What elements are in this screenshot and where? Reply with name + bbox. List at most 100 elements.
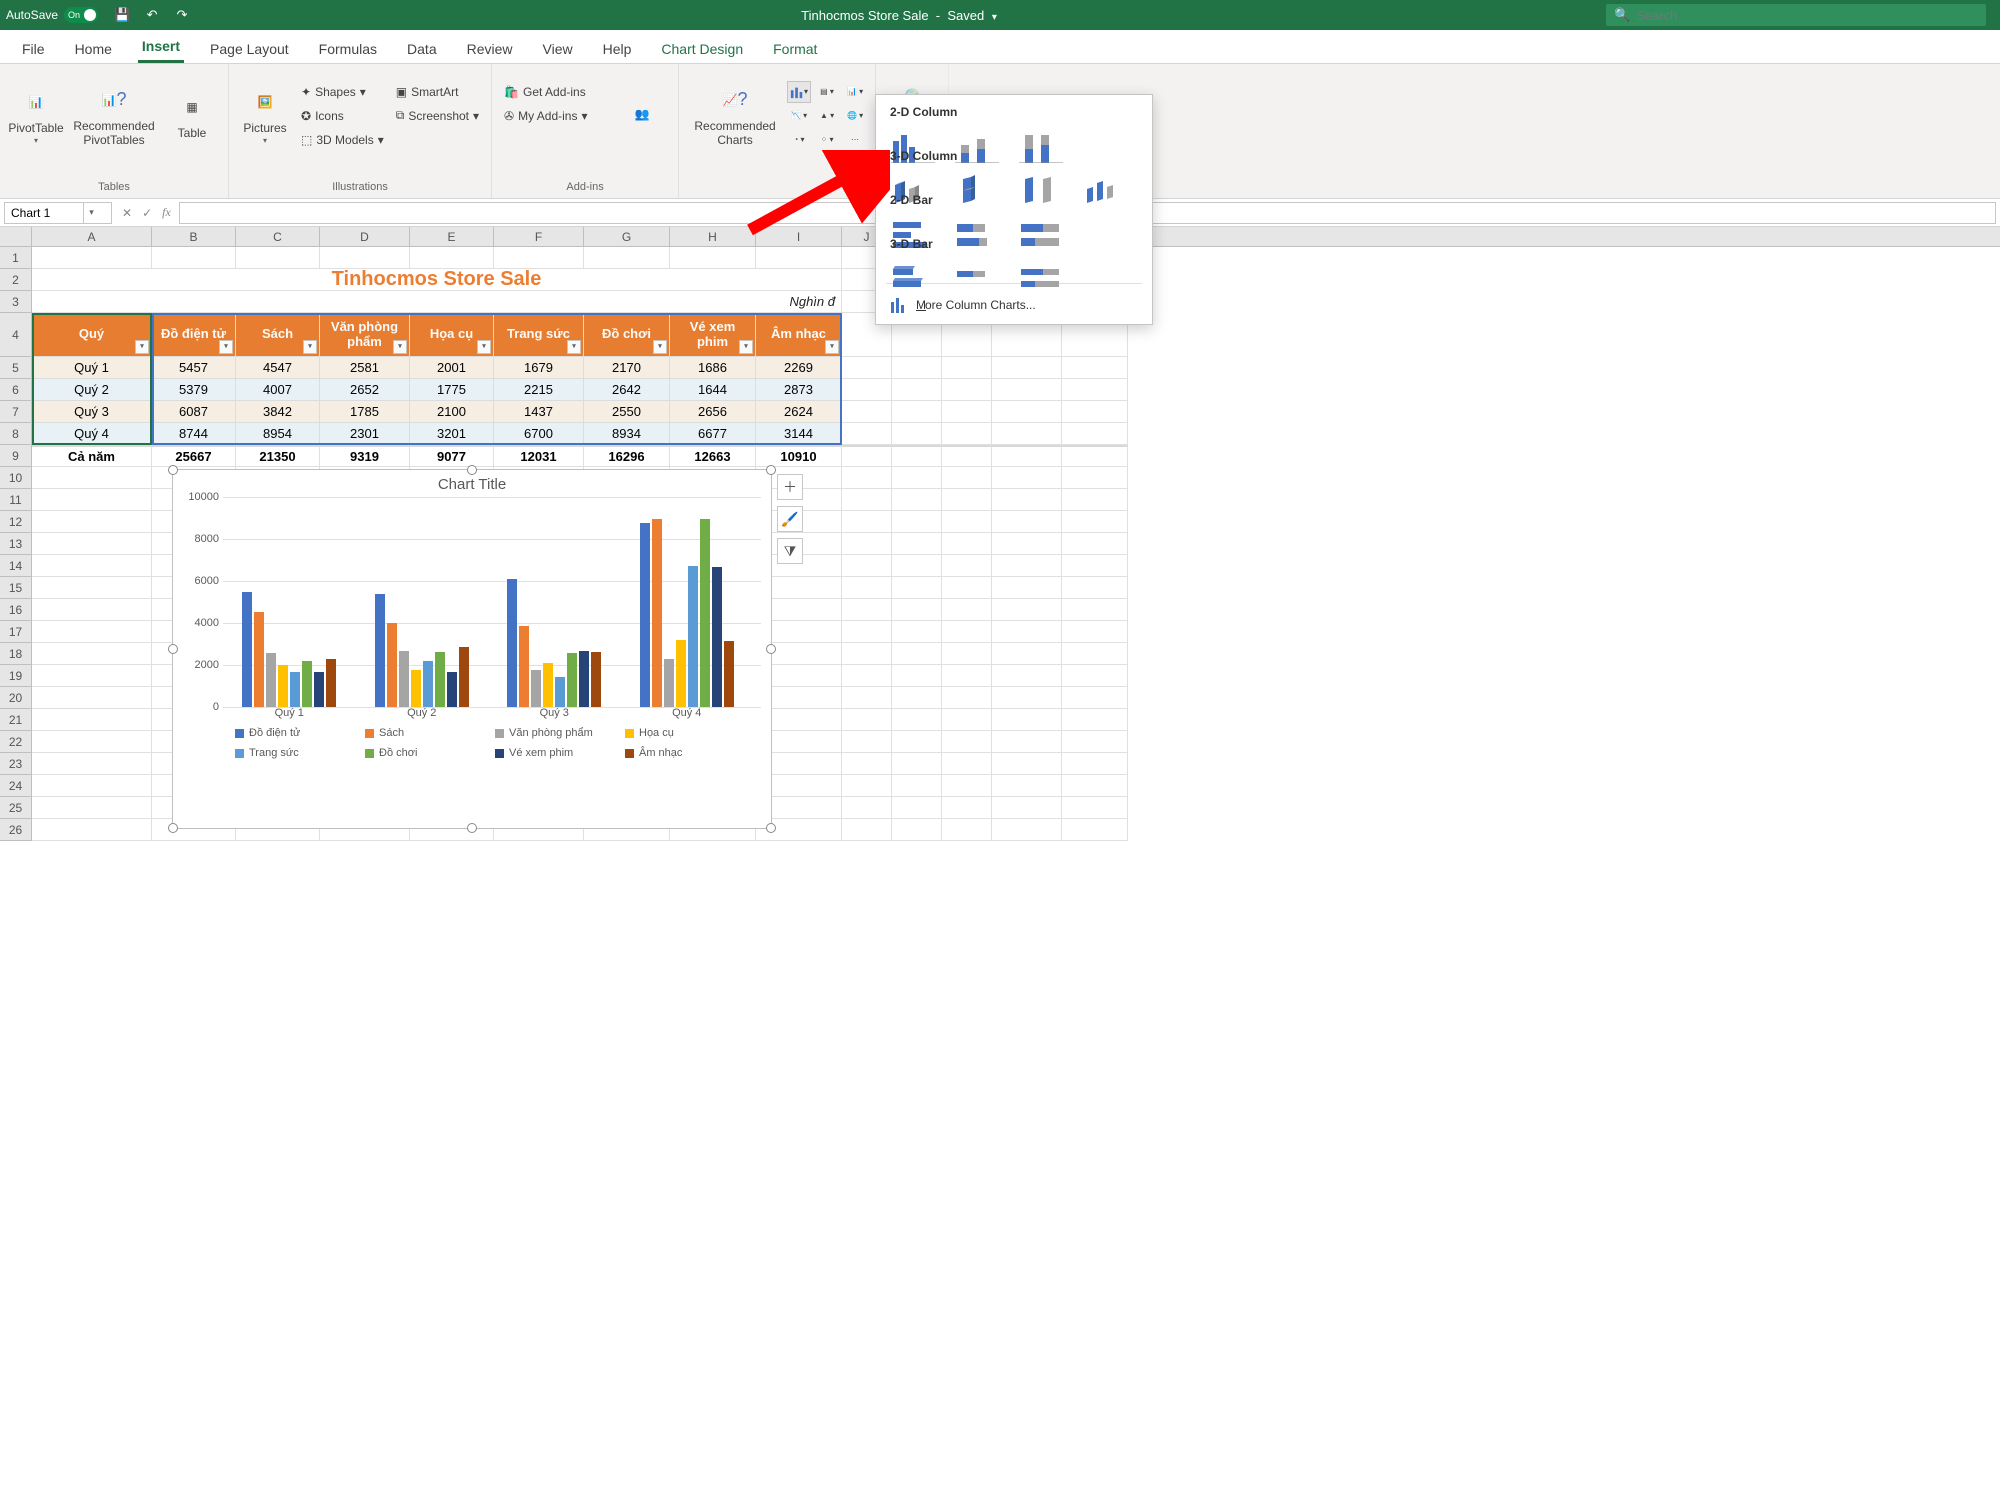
bar-chart-dropdown[interactable]: ▤ ▾ [815,81,839,103]
data-cell[interactable]: 1785 [320,401,410,423]
chart-bar[interactable] [507,579,517,707]
chart-bar[interactable] [676,640,686,707]
stacked-100-bar-3d[interactable] [1018,259,1064,295]
name-box[interactable]: ▾ [4,202,112,224]
chart-legend[interactable]: Đồ điện tửSáchVăn phòng phẩmHọa cụTrang … [235,727,761,759]
tab-formulas[interactable]: Formulas [315,35,381,63]
data-cell[interactable]: 4007 [236,379,320,401]
resize-handle[interactable] [766,465,776,475]
filter-icon[interactable]: ▾ [653,340,667,354]
chart-bar[interactable] [555,677,565,707]
row-header-20[interactable]: 20 [0,687,31,709]
row-label[interactable]: Quý 3 [32,401,152,423]
name-box-input[interactable] [5,206,83,220]
chart-bar[interactable] [688,566,698,707]
tab-review[interactable]: Review [463,35,517,63]
col-header-F[interactable]: F [494,227,584,246]
data-cell[interactable]: 1437 [494,401,584,423]
tab-help[interactable]: Help [599,35,636,63]
chart-object[interactable]: ＋ 🖌️ ⧩ Chart Title 020004000600080001000… [172,469,772,829]
table-header[interactable]: Quý▾ [32,313,152,357]
data-cell[interactable]: 2642 [584,379,670,401]
data-cell[interactable]: 8744 [152,423,236,445]
pivottable-button[interactable]: 📊 PivotTable▾ [8,68,64,163]
tab-insert[interactable]: Insert [138,32,184,63]
chart-bar[interactable] [314,672,324,707]
chart-bar[interactable] [459,647,469,707]
legend-item[interactable]: Trang sức [235,747,335,759]
chart-bar[interactable] [411,670,421,707]
filter-icon[interactable]: ▾ [477,340,491,354]
chart-bar[interactable] [664,659,674,707]
row-header-16[interactable]: 16 [0,599,31,621]
recommended-charts-button[interactable]: 📈? Recommended Charts [687,68,783,163]
row-header-19[interactable]: 19 [0,665,31,687]
data-cell[interactable]: 1679 [494,357,584,379]
row-header-12[interactable]: 12 [0,511,31,533]
row-header-5[interactable]: 5 [0,357,31,379]
total-cell[interactable]: 16296 [584,445,670,467]
stacked-100-column-3d[interactable] [1018,171,1064,207]
stacked-bar-2d[interactable] [954,215,1000,251]
filter-icon[interactable]: ▾ [219,340,233,354]
row-header-1[interactable]: 1 [0,247,31,269]
total-cell[interactable]: 25667 [152,445,236,467]
row-header-6[interactable]: 6 [0,379,31,401]
my-addins-button[interactable]: ✇My Add-ins ▾ [500,105,610,127]
row-header-22[interactable]: 22 [0,731,31,753]
data-cell[interactable]: 6677 [670,423,756,445]
filter-icon[interactable]: ▾ [825,340,839,354]
table-header[interactable]: Sách▾ [236,313,320,357]
table-header[interactable]: Đồ chơi▾ [584,313,670,357]
data-cell[interactable]: 2581 [320,357,410,379]
name-box-dropdown[interactable]: ▾ [83,203,99,223]
scatter-chart-dropdown[interactable]: ⁘ ▾ [815,129,839,151]
row-header-10[interactable]: 10 [0,467,31,489]
table-header[interactable]: Vé xem phim▾ [670,313,756,357]
resize-handle[interactable] [467,823,477,833]
table-header[interactable]: Đồ điện tử▾ [152,313,236,357]
data-cell[interactable]: 3144 [756,423,842,445]
data-cell[interactable]: 2100 [410,401,494,423]
icons-button[interactable]: ✪Icons [297,105,388,127]
data-cell[interactable]: 2550 [584,401,670,423]
legend-item[interactable]: Họa cụ [625,727,725,739]
data-cell[interactable]: 2215 [494,379,584,401]
row-header-26[interactable]: 26 [0,819,31,841]
chart-plot-area[interactable]: 0200040006000800010000 [223,497,761,707]
chart-bar[interactable] [579,651,589,707]
chart-bar[interactable] [242,592,252,707]
tab-format[interactable]: Format [769,35,821,63]
stacked-100-bar-2d[interactable] [1018,215,1064,251]
column-chart-dropdown[interactable]: ▾ [787,81,811,103]
chart-elements-button[interactable]: ＋ [777,474,803,500]
row-header-8[interactable]: 8 [0,423,31,445]
data-cell[interactable]: 1775 [410,379,494,401]
col-header-G[interactable]: G [584,227,670,246]
chart-bar[interactable] [290,672,300,707]
chart-bar[interactable] [435,652,445,707]
table-header[interactable]: Văn phòng phẩm▾ [320,313,410,357]
chart-filter-button[interactable]: ⧩ [777,538,803,564]
tab-data[interactable]: Data [403,35,441,63]
search-bar[interactable]: 🔍 [1606,4,1986,26]
col-header-B[interactable]: B [152,227,236,246]
row-header-9[interactable]: 9 [0,445,31,467]
row-header-24[interactable]: 24 [0,775,31,797]
tab-chart-design[interactable]: Chart Design [657,35,747,63]
data-cell[interactable]: 2170 [584,357,670,379]
data-cell[interactable]: 5457 [152,357,236,379]
chart-bar[interactable] [519,626,529,707]
data-cell[interactable]: 6087 [152,401,236,423]
tab-view[interactable]: View [539,35,577,63]
tab-page-layout[interactable]: Page Layout [206,35,293,63]
unit-label[interactable]: Nghìn đ [32,291,842,313]
row-header-18[interactable]: 18 [0,643,31,665]
undo-icon[interactable]: ↶ [142,5,162,25]
chart-bar[interactable] [399,651,409,707]
legend-item[interactable]: Đồ chơi [365,747,465,759]
resize-handle[interactable] [168,465,178,475]
pie-chart-dropdown[interactable]: ◔ ▾ [787,129,811,151]
row-header-23[interactable]: 23 [0,753,31,775]
line-chart-dropdown[interactable]: 📉 ▾ [787,105,811,127]
